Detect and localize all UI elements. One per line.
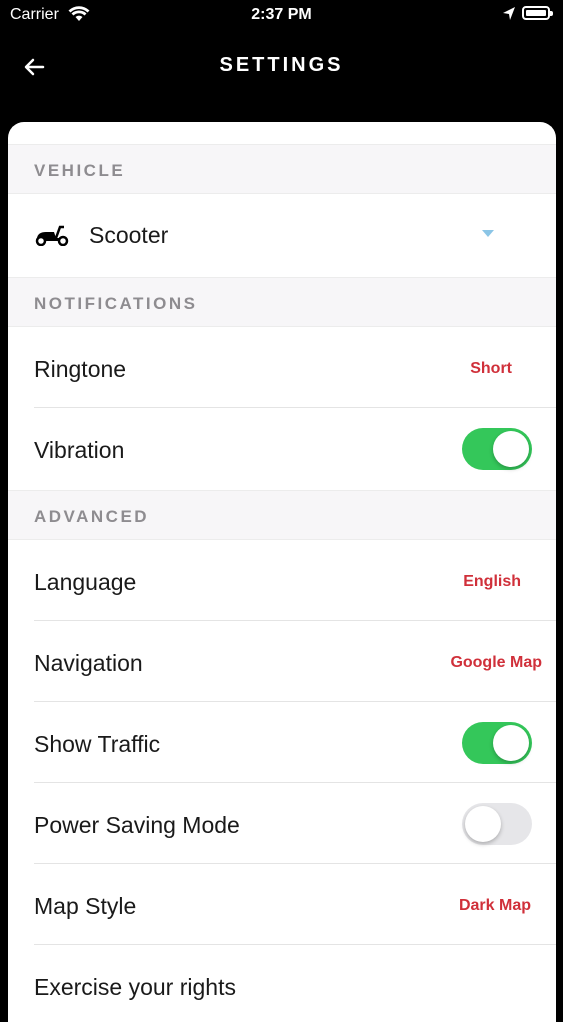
- battery-icon: [522, 6, 553, 20]
- section-header-vehicle: VEHICLE: [8, 144, 556, 194]
- ringtone-label: Ringtone: [34, 356, 127, 382]
- scooter-icon: [35, 225, 69, 246]
- power-saving-label: Power Saving Mode: [34, 812, 240, 838]
- ringtone-row[interactable]: Ringtone Short: [8, 328, 556, 408]
- section-header-advanced: ADVANCED: [8, 490, 556, 540]
- section-title-notifications: NOTIFICATIONS: [34, 294, 198, 313]
- divider: [34, 863, 556, 864]
- vibration-label: Vibration: [34, 437, 125, 463]
- vehicle-selected-label: Scooter: [89, 222, 169, 248]
- section-header-notifications: NOTIFICATIONS: [8, 277, 556, 327]
- map-style-row[interactable]: Map Style Dark Map: [8, 865, 556, 945]
- navigation-bar: SETTINGS: [0, 40, 563, 92]
- section-title-vehicle: VEHICLE: [34, 161, 126, 180]
- toggle-knob: [493, 431, 529, 467]
- divider: [34, 944, 556, 945]
- status-bar: Carrier 2:37 PM: [0, 0, 563, 30]
- location-arrow-icon: [503, 7, 515, 20]
- section-title-advanced: ADVANCED: [34, 507, 150, 526]
- show-traffic-row: Show Traffic: [8, 703, 556, 783]
- show-traffic-label: Show Traffic: [34, 731, 161, 757]
- language-label: Language: [34, 569, 137, 595]
- vibration-row: Vibration: [8, 409, 556, 489]
- show-traffic-toggle[interactable]: [462, 722, 532, 764]
- toggle-knob: [465, 806, 501, 842]
- vehicle-dropdown[interactable]: Scooter: [8, 194, 556, 274]
- vibration-toggle[interactable]: [462, 428, 532, 470]
- divider: [34, 620, 556, 621]
- map-style-value: Dark Map: [458, 897, 531, 914]
- toggle-knob: [493, 725, 529, 761]
- exercise-rights-row[interactable]: Exercise your rights: [8, 946, 556, 1022]
- power-saving-toggle[interactable]: [462, 803, 532, 845]
- map-style-label: Map Style: [34, 893, 137, 919]
- settings-card: VEHICLE Scooter NOTIFICATIONS Ringtone S…: [8, 122, 556, 1022]
- navigation-value: Google Map: [450, 654, 542, 671]
- exercise-rights-label: Exercise your rights: [34, 974, 236, 1000]
- ringtone-value: Short: [470, 360, 512, 377]
- navigation-row[interactable]: Navigation Google Map: [8, 622, 556, 702]
- power-saving-row: Power Saving Mode: [8, 784, 556, 864]
- language-value: English: [463, 573, 521, 590]
- navigation-label: Navigation: [34, 650, 143, 676]
- divider: [34, 782, 556, 783]
- language-row[interactable]: Language English: [8, 541, 556, 621]
- chevron-down-icon: [482, 230, 494, 237]
- divider: [34, 701, 556, 702]
- page-title: SETTINGS: [219, 54, 344, 76]
- status-time: 2:37 PM: [251, 6, 312, 23]
- divider: [34, 407, 556, 408]
